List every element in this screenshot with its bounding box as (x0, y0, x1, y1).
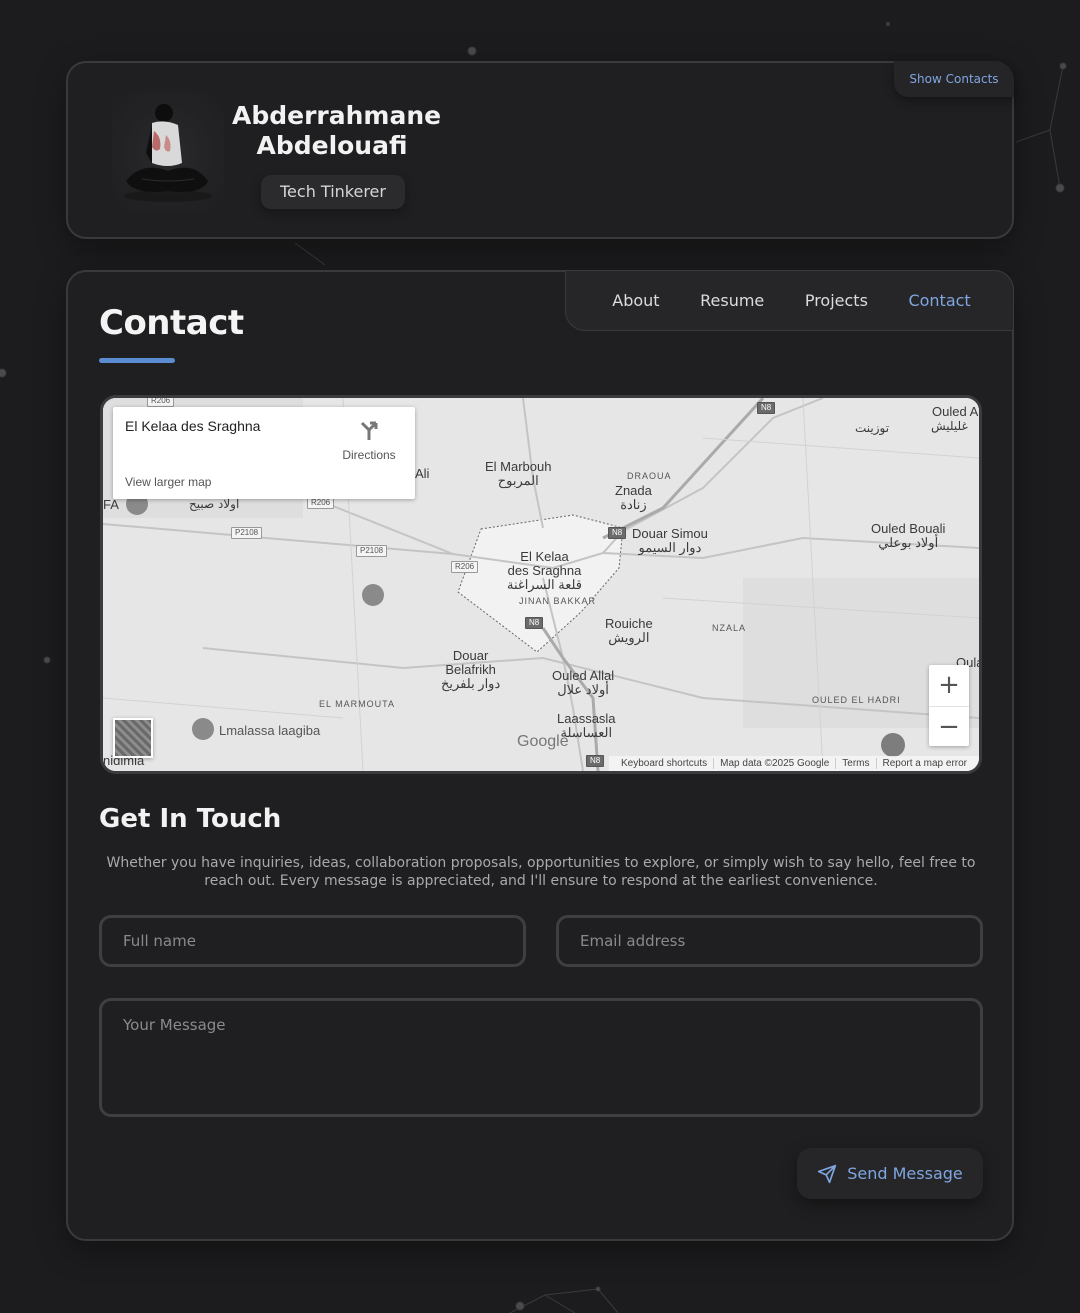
map-footer: Keyboard shortcuts Map data ©2025 Google… (608, 756, 979, 771)
map-label-ali: Ali (415, 466, 430, 481)
map-label-text: El Marbouh (485, 459, 552, 474)
map-label-text-ar: أولاد بوعلي (878, 535, 939, 550)
map-label-jinan: JINAN BAKKAR (519, 596, 597, 606)
map-label-fa: FA (103, 497, 119, 512)
google-logo: Google (517, 733, 569, 750)
map-label-lmalassa: Lmalassa laagiba (219, 723, 321, 738)
profile-name-last: Abdelouafi (256, 131, 408, 160)
map-label-ouled-top-ar: غليليش (931, 419, 968, 433)
send-message-label: Send Message (847, 1164, 963, 1183)
map-label-ouledbouali: Ouled Bouali أولاد بوعلي (871, 522, 945, 550)
email-address-input[interactable]: Email address (556, 915, 983, 967)
map-place-name: El Kelaa des Sraghna (125, 418, 261, 434)
view-larger-map-link[interactable]: View larger map (125, 475, 211, 489)
map-label-text-ar: دوار السيمو (638, 540, 702, 555)
map-label-text: Ouled Allal (552, 668, 615, 683)
map-label-nzala: NZALA (712, 623, 747, 633)
zoom-out-button[interactable]: − (929, 706, 969, 746)
map-label-text: Douar (452, 648, 489, 663)
map-label-text: Ouled Bouali (871, 521, 946, 536)
paper-plane-icon (818, 1164, 837, 1183)
directions-label: Directions (342, 448, 396, 462)
profile-title-badge: Tech Tinkerer (261, 175, 405, 209)
map-label-text-ar: زنادة (620, 497, 647, 512)
map-label-text-ar: الرويش (608, 630, 650, 645)
map-label-text-ar: قلعة السراغنة (507, 577, 583, 592)
full-name-input[interactable]: Full name (99, 915, 526, 967)
road-shield: R206 (147, 398, 175, 407)
map-data-attribution: Map data ©2025 Google (713, 758, 835, 769)
terms-link[interactable]: Terms (835, 758, 875, 769)
map-label-ouledallal: Ouled Allal أولاد علال (552, 669, 614, 697)
road-shield: N8 (586, 755, 605, 767)
directions-icon (360, 421, 378, 440)
profile-card: Abderrahmane Abdelouafi Tech Tinkerer Sh… (66, 61, 1014, 239)
map-label-text: Belafrikh (445, 662, 496, 677)
keyboard-shortcuts-link[interactable]: Keyboard shortcuts (615, 758, 713, 769)
road-shield: P2108 (356, 545, 388, 557)
road-shield: N8 (608, 527, 627, 539)
map-label-text: Znada (615, 483, 652, 498)
map-label-znada: Znada زنادة (615, 484, 652, 512)
map-label-elmarmouta: EL MARMOUTA (319, 699, 396, 709)
title-underline (99, 358, 175, 363)
nav-link-about[interactable]: About (612, 291, 659, 310)
road-shield: N8 (757, 402, 776, 414)
road-shield: N8 (525, 617, 544, 629)
map-label-tourzint: توزينت (855, 421, 890, 435)
send-message-button[interactable]: Send Message (797, 1148, 983, 1199)
map-label-ouledelhadri: OULED EL HADRI (812, 695, 901, 705)
map-label-elmarbouh: El Marbouh المربوح (485, 460, 551, 488)
map-layer-toggle[interactable] (113, 718, 153, 758)
profile-name: Abderrahmane Abdelouafi (232, 101, 442, 161)
show-contacts-button[interactable]: Show Contacts (894, 61, 1014, 97)
embedded-map[interactable]: El Marbouh المربوح DRAOUA Znada زنادة Do… (100, 395, 982, 774)
map-label-draoua: DRAOUA (627, 471, 672, 481)
section-title-get-in-touch: Get In Touch (99, 804, 282, 834)
map-label-text: Douar Simou (632, 526, 708, 541)
road-shield: R206 (451, 561, 479, 573)
map-label-text-ar: أولاد علال (557, 682, 609, 697)
road-shield: P2108 (231, 527, 263, 539)
map-label-text: des Sraghna (507, 563, 582, 578)
report-map-error-link[interactable]: Report a map error (875, 758, 973, 769)
contact-intro-text: Whether you have inquiries, ideas, colla… (106, 855, 976, 889)
map-label-kelaa: El Kelaa des Sraghna قلعة السراغنة (507, 550, 582, 592)
navbar: About Resume Projects Contact (565, 270, 1014, 331)
avatar (112, 91, 224, 211)
map-label-text-ar: المربوح (497, 473, 539, 488)
zoom-control: + − (929, 665, 969, 746)
map-label-belafrikh: Douar Belafrikh دوار بلفريخ (441, 649, 500, 691)
map-label-ouled-top: Ouled A (932, 404, 979, 419)
map-label-text-ar: دوار بلفريخ (441, 676, 501, 691)
map-label-text: Rouiche (605, 616, 653, 631)
page-title: Contact (99, 303, 244, 343)
map-label-ouled-sbih: أولاد صبيح (189, 497, 240, 511)
profile-name-first: Abderrahmane (232, 101, 442, 130)
zoom-in-button[interactable]: + (929, 665, 969, 705)
map-label-douarsimou: Douar Simou دوار السيمو (632, 527, 708, 555)
directions-button[interactable]: Directions (339, 419, 399, 462)
nav-link-projects[interactable]: Projects (805, 291, 868, 310)
message-textarea[interactable]: Your Message (99, 998, 983, 1117)
map-place-card: El Kelaa des Sraghna Directions View lar… (113, 407, 415, 499)
map-label-rouiche: Rouiche الرويش (605, 617, 653, 645)
main-card: About Resume Projects Contact Contact El… (66, 270, 1014, 1241)
nav-link-resume[interactable]: Resume (700, 291, 764, 310)
map-label-text: El Kelaa (520, 549, 569, 564)
street-view-pegman-icon[interactable] (881, 733, 905, 757)
map-label-text: Laassasla (557, 711, 616, 726)
nav-link-contact[interactable]: Contact (908, 291, 970, 310)
